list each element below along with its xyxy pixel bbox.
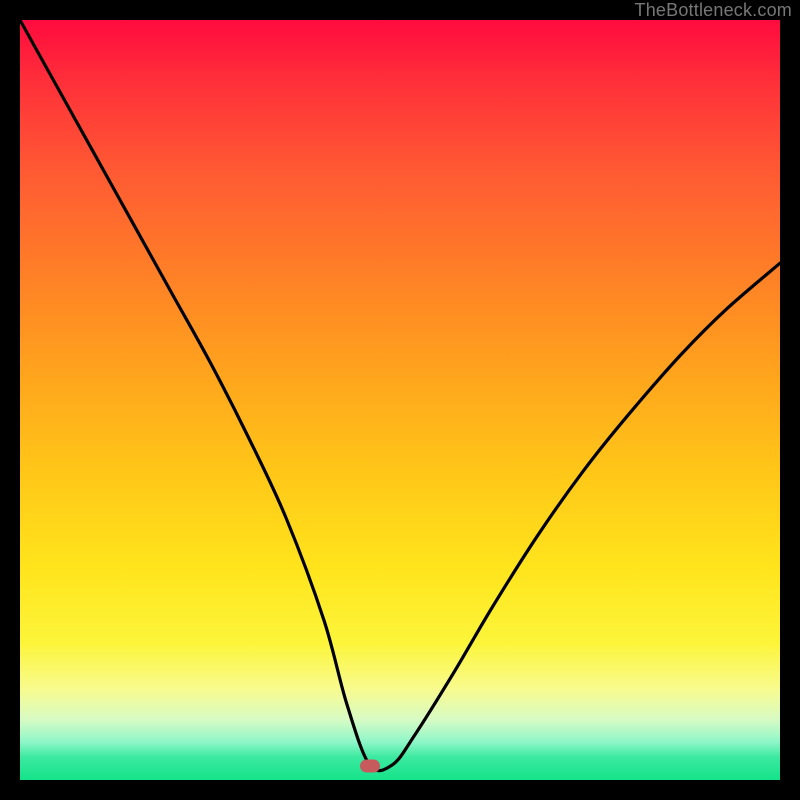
minimum-marker-icon: [360, 760, 380, 773]
chart-frame: TheBottleneck.com: [0, 0, 800, 800]
bottleneck-curve: [20, 20, 780, 780]
plot-area: [20, 20, 780, 780]
watermark-text: TheBottleneck.com: [635, 0, 792, 21]
